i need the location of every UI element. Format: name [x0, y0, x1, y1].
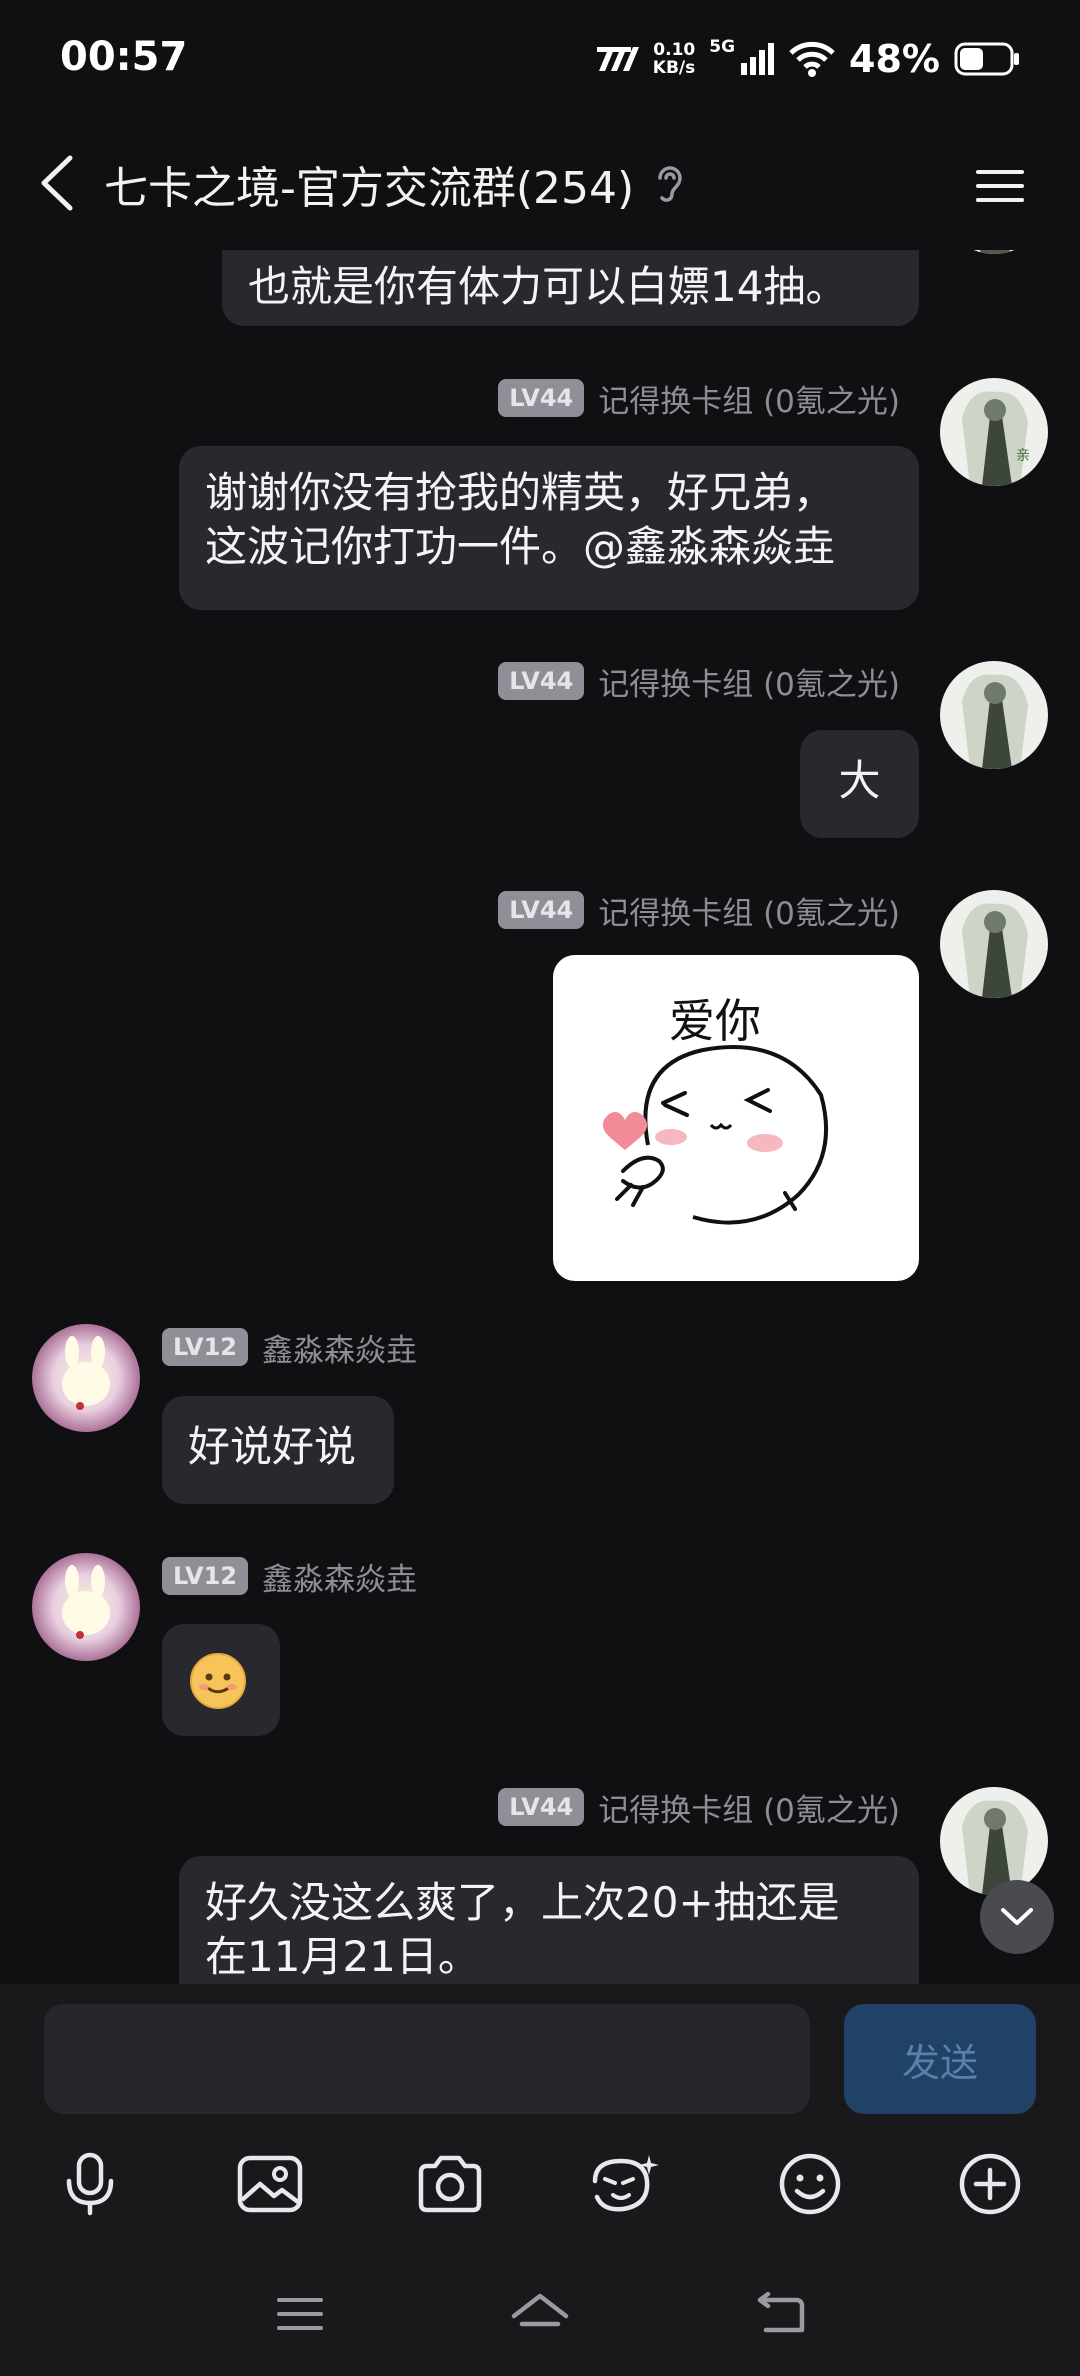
network-speed: 0.10 KB/s [653, 41, 695, 77]
message-text: 谢谢你没有抢我的精英，好兄弟， [205, 468, 836, 517]
sender-name[interactable]: 鑫淼森焱垚 [262, 1554, 417, 1599]
status-time: 00:57 [60, 34, 188, 80]
message-text: 好久没这么爽了，上次20+抽还是 [205, 1878, 840, 1927]
more-button[interactable] [950, 2144, 1030, 2224]
network-speed-unit: KB/s [652, 58, 696, 78]
screen: 00:57 0.10 KB/s 5G 48% 七卡之境-官方交流群(254) 也… [0, 0, 1080, 2376]
message-input[interactable] [44, 2004, 810, 2114]
home-icon [511, 2293, 569, 2327]
love-sticker-icon [602, 1045, 829, 1225]
image-button[interactable] [230, 2144, 310, 2224]
emoji-icon [779, 2153, 841, 2215]
avatar[interactable] [32, 1553, 140, 1661]
level-badge: LV44 [498, 891, 585, 929]
message-bubble[interactable]: 好久没这么爽了，上次20+抽还是 在11月21日。 [179, 1856, 919, 1985]
menu-button[interactable] [970, 156, 1030, 216]
avatar[interactable]: 亲 [940, 378, 1048, 486]
status-bar: 00:57 0.10 KB/s 5G 48% [0, 0, 1080, 120]
camera-icon [418, 2155, 482, 2213]
menu-icon [277, 2298, 323, 2330]
system-nav-bar [0, 2254, 1080, 2376]
back-icon [757, 2291, 805, 2333]
microphone-icon [66, 2152, 114, 2216]
status-icons: 0.10 KB/s 5G 48% [595, 36, 1020, 82]
message-bubble[interactable]: 大 [800, 730, 919, 838]
message-text: 也就是你有体力可以白嫖14抽。 [248, 262, 848, 311]
level-badge: LV44 [498, 1788, 585, 1826]
signal-icon [741, 43, 775, 75]
level-badge: LV44 [498, 379, 585, 417]
chat-title[interactable]: 七卡之境-官方交流群(254) [104, 152, 634, 216]
sender-row: LV44 记得换卡组 (0氪之光) [498, 659, 900, 704]
sender-name[interactable]: 记得换卡组 (0氪之光) [598, 1785, 900, 1830]
network-type: 5G [709, 37, 736, 57]
sender-row: LV12 鑫淼森焱垚 [162, 1325, 417, 1370]
sticker-message[interactable]: 爱你 [553, 955, 919, 1281]
message-text: 在11月21日。 [205, 1932, 480, 1981]
sender-name[interactable]: 鑫淼森焱垚 [262, 1325, 417, 1370]
message-bubble[interactable]: 也就是你有体力可以白嫖14抽。 [222, 250, 919, 326]
back-button[interactable] [34, 150, 86, 216]
sticker-button[interactable] [585, 2144, 665, 2224]
camera-button[interactable] [410, 2144, 490, 2224]
avatar[interactable] [940, 1787, 1048, 1895]
plus-icon [959, 2153, 1021, 2215]
slightly-smiling-face-icon [190, 1653, 246, 1709]
svg-text:亲: 亲 [1016, 448, 1030, 464]
home-button[interactable] [505, 2284, 575, 2344]
message-bubble[interactable] [162, 1624, 280, 1736]
avatar[interactable] [32, 1324, 140, 1432]
level-badge: LV12 [162, 1328, 248, 1366]
message-text: 好说好说 [188, 1422, 357, 1471]
hamburger-icon [976, 170, 1024, 202]
chevron-down-icon [1001, 1908, 1033, 1925]
microphone-button[interactable] [50, 2144, 130, 2224]
avatar[interactable] [940, 661, 1048, 769]
sender-name[interactable]: 记得换卡组 (0氪之光) [598, 376, 900, 421]
level-badge: LV12 [162, 1557, 248, 1595]
image-icon [237, 2155, 303, 2213]
network-speed-value: 0.10 [653, 40, 696, 60]
message-bubble[interactable]: 谢谢你没有抢我的精英，好兄弟， 这波记你打功一件。@鑫淼森焱垚 [179, 446, 919, 610]
sender-name[interactable]: 记得换卡组 (0氪之光) [598, 888, 900, 933]
sender-row: LV44 记得换卡组 (0氪之光) [498, 376, 900, 421]
message-text: 大 [838, 756, 881, 805]
sender-row: LV44 记得换卡组 (0氪之光) [498, 1785, 900, 1830]
avatar[interactable] [940, 890, 1048, 998]
sender-name[interactable]: 记得换卡组 (0氪之光) [598, 659, 900, 704]
back-nav-button[interactable] [745, 2284, 815, 2344]
wifi-icon [789, 41, 835, 77]
battery-icon [954, 42, 1019, 76]
message-bubble[interactable]: 好说好说 [162, 1396, 394, 1504]
ear-mode-icon[interactable] [652, 160, 688, 208]
input-toolbar [0, 2134, 1080, 2234]
message-text: 这波记你打功一件。@鑫淼森焱垚 [205, 522, 836, 571]
level-badge: LV44 [498, 662, 585, 700]
input-area: 发送 [0, 1984, 1080, 2376]
carrier-logo-icon [596, 47, 639, 71]
sender-row: LV12 鑫淼森焱垚 [162, 1554, 417, 1599]
scroll-to-bottom-button[interactable] [980, 1880, 1054, 1954]
sticker-icon [592, 2155, 659, 2212]
chat-header: 七卡之境-官方交流群(254) [0, 120, 1080, 250]
avatar[interactable] [940, 250, 1048, 254]
message-list[interactable]: 也就是你有体力可以白嫖14抽。 LV44 记得换卡组 (0氪之光) 亲 谢谢你没… [0, 250, 1080, 1985]
chevron-left-icon [41, 155, 73, 211]
recents-button[interactable] [265, 2284, 335, 2344]
battery-percent: 48% [849, 37, 940, 81]
sender-row: LV44 记得换卡组 (0氪之光) [498, 888, 900, 933]
send-button[interactable]: 发送 [844, 2004, 1036, 2114]
emoji-button[interactable] [770, 2144, 850, 2224]
